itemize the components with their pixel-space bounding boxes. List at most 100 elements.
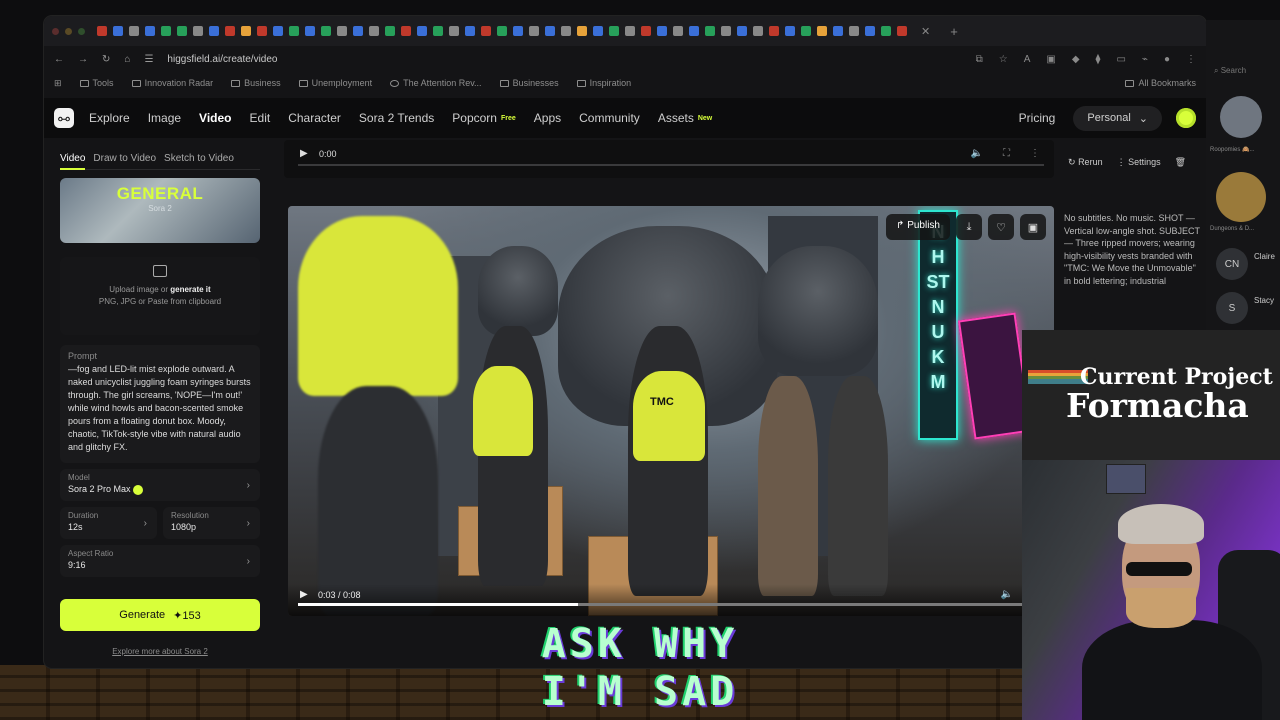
tab-favicon[interactable] xyxy=(225,26,235,36)
bookmark-star-icon[interactable]: ☆ xyxy=(999,54,1008,65)
nav-community[interactable]: Community xyxy=(579,111,640,125)
menu-icon[interactable]: ⋮ xyxy=(1186,54,1196,65)
play-icon[interactable]: ▶ xyxy=(300,148,308,159)
window-controls[interactable] xyxy=(52,27,85,35)
tab-favicon[interactable] xyxy=(769,26,779,36)
publish-button[interactable]: ↱ Publish xyxy=(886,214,950,240)
nav-explore[interactable]: Explore xyxy=(89,111,130,125)
site-info-icon[interactable]: ☰ xyxy=(144,54,153,65)
bookmark-folder[interactable]: Unemployment xyxy=(298,78,372,88)
extension-icon[interactable]: A xyxy=(1024,54,1031,65)
apps-grid-icon[interactable]: ⊞ xyxy=(54,78,62,89)
more-icon[interactable]: ⋮ xyxy=(1030,148,1040,159)
nav-image[interactable]: Image xyxy=(148,111,181,125)
video-progress[interactable] xyxy=(298,603,1044,606)
tab-favicon[interactable] xyxy=(401,26,411,36)
tab-favicon[interactable] xyxy=(481,26,491,36)
prompt-field[interactable]: Prompt —fog and LED-lit mist explode out… xyxy=(60,345,260,463)
tab-favicon[interactable] xyxy=(129,26,139,36)
bookmark-folder[interactable]: Tools xyxy=(79,78,114,88)
settings-button[interactable]: ⋮ Settings xyxy=(1117,157,1161,168)
workspace-selector[interactable]: Personal ⌄ xyxy=(1073,105,1162,131)
tab-favicon[interactable] xyxy=(97,26,107,36)
forward-icon[interactable]: → xyxy=(78,54,88,65)
tab-favicon[interactable] xyxy=(577,26,587,36)
tab-favicon[interactable] xyxy=(465,26,475,36)
prompt-text[interactable]: —fog and LED-lit mist explode outward. A… xyxy=(68,363,252,454)
tab-favicon[interactable] xyxy=(849,26,859,36)
tab-favicon[interactable] xyxy=(753,26,763,36)
nav-assets[interactable]: Assets New xyxy=(658,111,712,125)
tab-favicon[interactable] xyxy=(865,26,875,36)
tab-favicon[interactable] xyxy=(193,26,203,36)
tab-favicon[interactable] xyxy=(273,26,283,36)
bookmark-folder[interactable]: Businesses xyxy=(499,78,559,88)
all-bookmarks[interactable]: All Bookmarks xyxy=(1125,78,1196,88)
tab-draw-to-video[interactable]: Draw to Video xyxy=(93,153,156,164)
extension-icon[interactable]: ◆ xyxy=(1072,54,1080,65)
tab-favicon[interactable] xyxy=(593,26,603,36)
tab-favicon[interactable] xyxy=(177,26,187,36)
video-player[interactable]: NHSTNUKM TMC ↱ Publish ⤓ ♡ ▣ ▶ 0:03 / 0:… xyxy=(288,206,1054,616)
tab-favicon[interactable] xyxy=(433,26,443,36)
sidebar-icon[interactable]: ▭ xyxy=(1116,54,1125,65)
aspect-ratio-select[interactable]: Aspect Ratio 9:16 › xyxy=(60,545,260,577)
tab-favicon[interactable] xyxy=(625,26,635,36)
tab-favicon[interactable] xyxy=(561,26,571,36)
model-card[interactable]: GENERAL Sora 2 xyxy=(60,178,260,243)
bookmark-folder[interactable]: Business xyxy=(231,78,281,88)
tab-favicon[interactable] xyxy=(705,26,715,36)
tab-favicon[interactable] xyxy=(817,26,827,36)
tab-favicon[interactable] xyxy=(161,26,171,36)
back-icon[interactable]: ← xyxy=(54,54,64,65)
new-tab-icon[interactable]: + xyxy=(950,24,958,39)
tab-favicon[interactable] xyxy=(497,26,507,36)
tab-favicon[interactable] xyxy=(337,26,347,36)
tab-favicon[interactable] xyxy=(897,26,907,36)
tab-favicon[interactable] xyxy=(513,26,523,36)
tab-favicon[interactable] xyxy=(785,26,795,36)
resolution-select[interactable]: Resolution 1080p › xyxy=(163,507,260,539)
model-select[interactable]: Model Sora 2 Pro Max › xyxy=(60,469,260,501)
bookmark-folder[interactable]: Inspiration xyxy=(576,78,631,88)
home-icon[interactable]: ⌂ xyxy=(124,54,130,65)
user-avatar[interactable] xyxy=(1176,108,1196,128)
tab-sketch-to-video[interactable]: Sketch to Video xyxy=(164,153,234,164)
tab-favicon[interactable] xyxy=(321,26,331,36)
save-folder-icon[interactable]: ▣ xyxy=(1020,214,1046,240)
contact-avatar[interactable]: S xyxy=(1216,292,1248,324)
play-icon[interactable]: ▶ xyxy=(300,589,308,600)
tab-favicon[interactable] xyxy=(257,26,267,36)
heart-icon[interactable]: ♡ xyxy=(988,214,1014,240)
tab-favicon[interactable] xyxy=(833,26,843,36)
extension-icon[interactable]: ▣ xyxy=(1046,54,1055,65)
nav-apps[interactable]: Apps xyxy=(534,111,561,125)
bookmark-link[interactable]: The Attention Rev... xyxy=(390,78,482,88)
tab-favicon[interactable] xyxy=(545,26,555,36)
tab-favicon[interactable] xyxy=(801,26,811,36)
tab-favicon[interactable] xyxy=(289,26,299,36)
profile-icon[interactable]: ● xyxy=(1164,54,1170,65)
tab-favicon[interactable] xyxy=(241,26,251,36)
nav-pricing[interactable]: Pricing xyxy=(1019,111,1056,125)
tab-favicon[interactable] xyxy=(385,26,395,36)
duration-select[interactable]: Duration 12s › xyxy=(60,507,157,539)
trash-icon[interactable]: 🗑 xyxy=(1175,157,1186,168)
tab-favicon[interactable] xyxy=(609,26,619,36)
tab-favicon[interactable] xyxy=(529,26,539,36)
tab-favicon[interactable] xyxy=(721,26,731,36)
contact-avatar[interactable]: CN xyxy=(1216,248,1248,280)
tab-favicon[interactable] xyxy=(113,26,123,36)
explore-more-link[interactable]: Explore more about Sora 2 xyxy=(60,647,260,656)
close-tab-icon[interactable]: ✕ xyxy=(921,25,930,38)
tab-favicon[interactable] xyxy=(881,26,891,36)
tab-favicon[interactable] xyxy=(145,26,155,36)
tab-favicon[interactable] xyxy=(449,26,459,36)
nav-character[interactable]: Character xyxy=(288,111,341,125)
nav-video[interactable]: Video xyxy=(199,111,231,125)
bookmark-folder[interactable]: Innovation Radar xyxy=(131,78,213,88)
extensions-puzzle-icon[interactable]: ⧫ xyxy=(1096,54,1101,65)
tab-favicon[interactable] xyxy=(305,26,315,36)
nav-popcorn[interactable]: Popcorn Free xyxy=(452,111,516,125)
tab-favicon[interactable] xyxy=(641,26,651,36)
